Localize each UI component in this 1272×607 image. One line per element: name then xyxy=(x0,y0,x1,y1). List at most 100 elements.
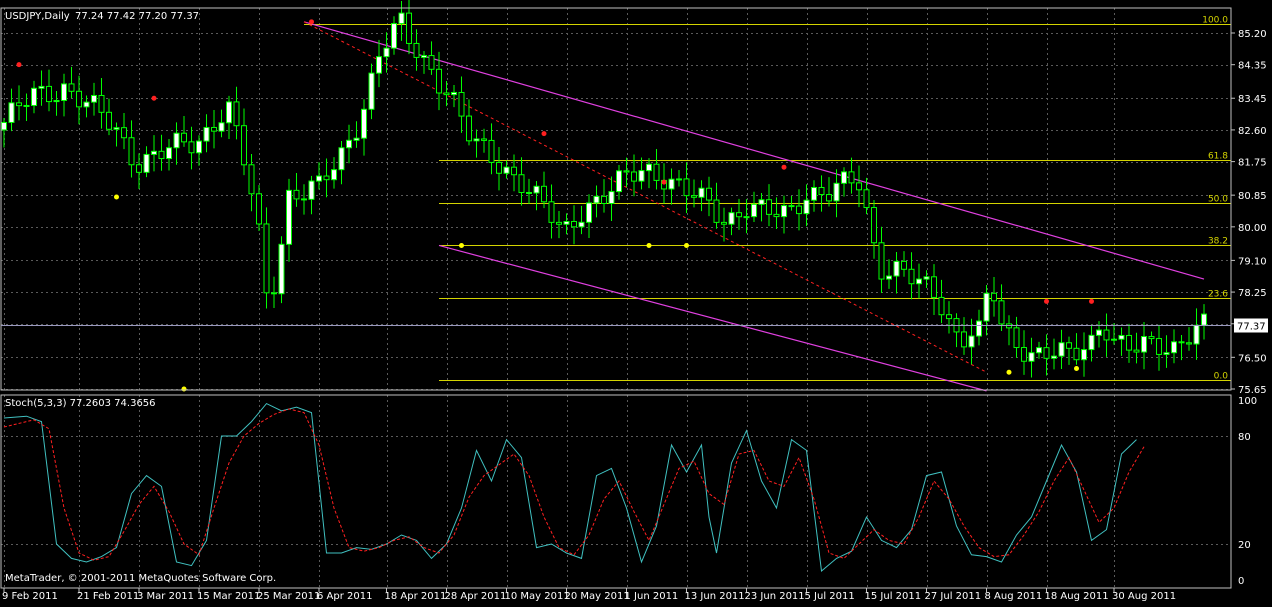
time-tick-label: 18 Aug 2011 xyxy=(1045,591,1109,602)
candle-body xyxy=(1163,352,1170,355)
price-tick-label: 85.20 xyxy=(1238,29,1267,40)
candle-body xyxy=(1156,338,1162,355)
candle-body xyxy=(1036,347,1042,354)
fractal-down-marker xyxy=(181,386,187,392)
mt4-chart-window[interactable]: 100.0 61.8 50.0 38.2 23.6 0.0 85.20 84.35 83.45… xyxy=(0,0,1272,603)
time-tick-label: 28 Apr 2011 xyxy=(445,591,507,602)
candle-body xyxy=(758,199,765,205)
time-axis: 9 Feb 2011 21 Feb 20113 Mar 2011 15 Mar 20… xyxy=(2,588,1176,602)
candle-body xyxy=(1,121,7,131)
price-tick-label: 80.00 xyxy=(1238,223,1267,234)
candle-body xyxy=(166,147,172,160)
price-tick-label: 78.25 xyxy=(1238,288,1267,299)
candle-body xyxy=(76,90,82,108)
candle-body xyxy=(53,99,60,103)
candle-body xyxy=(436,68,442,94)
candle-body xyxy=(998,300,1005,325)
time-tick-label: 15 Jul 2011 xyxy=(865,591,922,602)
candle-body xyxy=(668,178,675,190)
stoch-tick-label: 20 xyxy=(1238,540,1251,551)
candle-body xyxy=(421,55,427,58)
candle-body xyxy=(878,242,885,280)
candle-body xyxy=(1043,347,1050,359)
candle-body xyxy=(713,199,720,223)
candle-body xyxy=(106,111,112,130)
candle-body xyxy=(938,296,945,316)
fractal-down-marker xyxy=(684,242,689,248)
candle-body xyxy=(916,278,922,285)
candle-body xyxy=(451,91,457,96)
candle-body xyxy=(196,140,202,154)
candle-body xyxy=(991,292,997,302)
ohlc-readout: 77.24 77.42 77.20 77.37 xyxy=(75,11,199,22)
candle-body xyxy=(458,91,465,117)
candle-body xyxy=(301,198,307,201)
price-tick-label: 82.60 xyxy=(1238,126,1267,137)
candle-body xyxy=(23,104,30,107)
candle-body xyxy=(271,292,277,295)
candle-body xyxy=(796,205,802,215)
candle-body xyxy=(1201,313,1207,326)
fib-level-label: 38.2 xyxy=(1208,237,1228,247)
candle-body xyxy=(1141,336,1147,353)
candle-body xyxy=(481,138,487,141)
fib-level-label: 50.0 xyxy=(1208,195,1228,205)
candle-body xyxy=(968,335,975,348)
price-tick-label: 76.50 xyxy=(1238,353,1267,364)
stoch-tick-label: 100 xyxy=(1238,396,1257,407)
candle-body xyxy=(428,55,435,70)
candle-body xyxy=(1096,329,1102,336)
candle-body xyxy=(353,137,360,141)
candle-body xyxy=(113,127,120,130)
fib-level-label: 23.6 xyxy=(1208,290,1228,300)
candle-body xyxy=(773,213,780,218)
candle-body xyxy=(1028,352,1035,362)
candle-body xyxy=(413,42,420,58)
candle-body xyxy=(61,83,67,101)
chart-canvas[interactable]: 100.0 61.8 50.0 38.2 23.6 0.0 85.20 84.35 83.45… xyxy=(0,0,1272,603)
candle-body xyxy=(856,182,862,191)
candle-body xyxy=(931,276,937,298)
candle-body xyxy=(211,126,217,132)
candle-body xyxy=(233,101,240,127)
candle-body xyxy=(556,221,562,225)
candle-body xyxy=(256,193,262,225)
candle-body xyxy=(863,189,870,209)
candle-body xyxy=(983,292,990,322)
current-price-label: 77.37 xyxy=(1237,322,1266,333)
candle-body xyxy=(526,191,532,194)
candle-body xyxy=(623,170,630,173)
candle-body xyxy=(736,212,742,218)
time-tick-label: 25 Mar 2011 xyxy=(257,591,320,602)
candle-body xyxy=(1058,342,1065,357)
fractal-down-marker xyxy=(114,194,119,200)
price-tick-label: 75.65 xyxy=(1238,385,1267,396)
candle-body xyxy=(1021,347,1027,362)
candle-body xyxy=(691,195,697,198)
copyright-text: MetaTrader, © 2001-2011 MetaQuotes Softw… xyxy=(5,573,276,584)
candle-body xyxy=(563,220,570,225)
candle-body xyxy=(241,125,247,166)
candle-body xyxy=(406,12,412,44)
candle-body xyxy=(788,205,795,208)
stoch-tick-label: 80 xyxy=(1238,432,1251,443)
time-tick-label: 13 Jun 2011 xyxy=(685,591,745,602)
candle-body xyxy=(293,189,300,200)
fractal-up-marker xyxy=(661,179,667,185)
candle-body xyxy=(1126,334,1132,351)
time-tick-label: 15 Mar 2011 xyxy=(197,591,260,602)
candle-body xyxy=(466,115,472,142)
candle-body xyxy=(68,83,75,92)
candle-body xyxy=(331,169,337,181)
candle-body xyxy=(803,199,810,215)
candle-body xyxy=(361,108,367,139)
candle-body xyxy=(541,185,547,203)
candle-body xyxy=(908,268,915,285)
candle-body xyxy=(383,47,390,58)
candle-body xyxy=(323,175,330,181)
candle-body xyxy=(886,275,892,280)
time-tick-label: 23 Jun 2011 xyxy=(745,591,805,602)
fractal-up-marker xyxy=(781,164,787,170)
candle-body xyxy=(1088,334,1095,351)
candle-body xyxy=(578,221,585,228)
